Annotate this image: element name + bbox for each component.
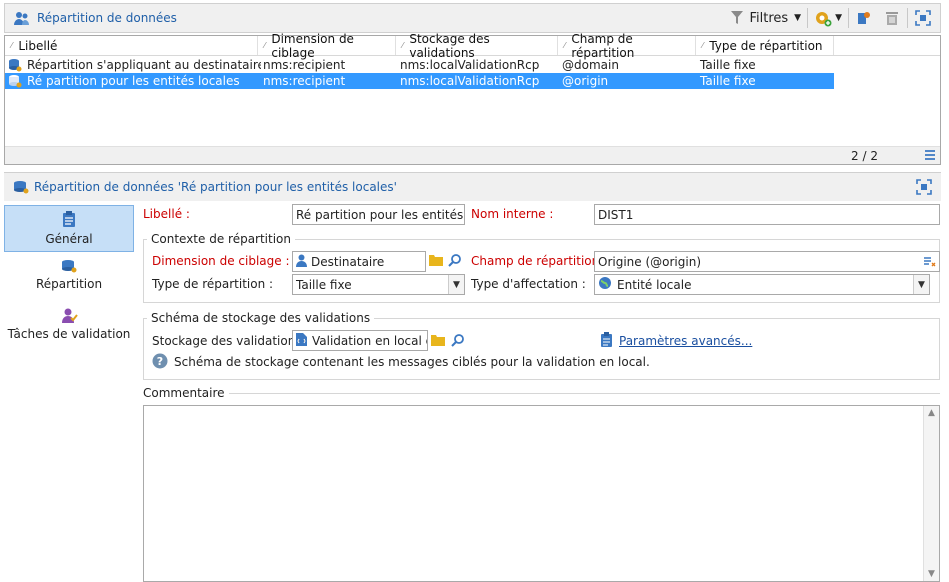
user-check-icon: [4, 306, 134, 327]
search-icon[interactable]: [451, 333, 465, 350]
type-affectation-select[interactable]: Entité locale ▼: [594, 274, 930, 295]
detail-title: Répartition de données 'Ré partition pou…: [34, 180, 397, 194]
distribution-icon: [5, 57, 25, 73]
dimension-label: Dimension de ciblage :: [152, 254, 290, 268]
cell-storage: nms:localValidationRcp: [400, 58, 540, 72]
nav-item-label: Tâches de validation: [7, 327, 131, 341]
cell-dimension: nms:recipient: [263, 58, 346, 72]
cell-field: @origin: [562, 74, 609, 88]
schema-help-text: Schéma de stockage contenant les message…: [174, 355, 650, 369]
cell-field: @domain: [562, 58, 619, 72]
user-icon: [296, 254, 307, 270]
cell-type: Taille fixe: [700, 58, 756, 72]
champ-field[interactable]: Origine (@origin): [594, 251, 940, 272]
toolbar-separator: [848, 8, 849, 28]
gear-add-icon[interactable]: [814, 9, 832, 27]
chevron-down-icon[interactable]: ▼: [835, 13, 842, 23]
champ-label: Champ de répartition :: [471, 254, 608, 268]
comment-textarea[interactable]: ▲ ▼: [143, 405, 940, 582]
libelle-input[interactable]: Ré partition pour les entités locales: [292, 204, 465, 225]
nom-interne-label: Nom interne :: [471, 207, 554, 221]
distribution-icon: [12, 178, 30, 196]
grid-header: ⁄ Libellé ⁄ Dimension de ciblage ⁄ Stockage…: [5, 32, 940, 60]
scroll-up-icon[interactable]: ▲: [928, 408, 935, 418]
detail-header: Répartition de données 'Ré partition pou…: [4, 172, 941, 201]
column-header-type[interactable]: ⁄ Type de répartition: [696, 36, 834, 55]
search-icon[interactable]: [448, 253, 462, 270]
cell-dimension: nms:recipient: [263, 74, 346, 88]
filters-button[interactable]: Filtres: [749, 11, 788, 26]
trash-icon[interactable]: [883, 9, 901, 27]
records-grid: ⁄ Libellé ⁄ Dimension de ciblage ⁄ Stockage…: [4, 32, 941, 165]
context-group-title: Contexte de répartition: [147, 232, 296, 246]
distribution-icon: [5, 73, 25, 89]
pagination-count: 2 / 2: [851, 149, 878, 163]
sort-icon: ⁄: [702, 41, 704, 50]
column-header-libelle[interactable]: ⁄ Libellé: [5, 36, 258, 55]
nav-item-general[interactable]: Général: [4, 205, 134, 252]
cell-storage: nms:localValidationRcp: [400, 74, 540, 88]
libelle-label: Libellé :: [143, 207, 190, 221]
top-panel-header: Répartition de données Filtres ▼ ▼: [4, 3, 941, 33]
clipboard-icon: [600, 332, 613, 350]
distribution-icon: [4, 258, 134, 277]
grid-footer: 2 / 2: [5, 146, 940, 164]
type-repartition-label: Type de répartition :: [152, 277, 274, 291]
folder-icon[interactable]: [431, 334, 445, 349]
comment-title: Commentaire: [143, 386, 229, 400]
stockage-label: Stockage des validations :: [152, 334, 310, 348]
cell-libelle: Ré partition pour les entités locales: [27, 74, 240, 88]
table-row[interactable]: Répartition s'appliquant au destinataire…: [5, 57, 940, 73]
sort-icon: ⁄: [564, 41, 566, 50]
svg-text:?: ?: [157, 355, 163, 368]
filter-icon[interactable]: [728, 9, 746, 27]
chevron-down-icon[interactable]: ▼: [794, 13, 801, 23]
users-icon: [13, 9, 31, 27]
stockage-field[interactable]: Validation en local d'u: [292, 330, 428, 351]
help-icon: ?: [152, 353, 168, 372]
table-row-selected[interactable]: Ré partition pour les entités locales nm…: [5, 73, 834, 89]
clipboard-icon: [5, 211, 133, 230]
nom-interne-input[interactable]: DIST1: [594, 204, 940, 225]
column-header-field[interactable]: ⁄ Champ de répartition: [558, 32, 696, 60]
scrollbar[interactable]: ▲ ▼: [923, 406, 939, 581]
type-repartition-select[interactable]: Taille fixe ▼: [292, 274, 465, 295]
maximize-icon[interactable]: [915, 178, 933, 196]
menu-icon[interactable]: [924, 148, 936, 165]
scroll-down-icon[interactable]: ▼: [928, 569, 935, 579]
maximize-icon[interactable]: [914, 9, 932, 27]
nav-item-label: Général: [45, 232, 93, 246]
nav-item-label: Répartition: [35, 277, 103, 291]
new-item-icon[interactable]: [855, 9, 873, 27]
toolbar-separator: [907, 8, 908, 28]
comment-divider: [143, 393, 940, 394]
column-header-storage[interactable]: ⁄ Stockage des validations: [396, 32, 558, 60]
folder-icon[interactable]: [429, 254, 443, 269]
dimension-field[interactable]: Destinataire: [292, 251, 426, 272]
sort-icon: ⁄: [264, 41, 266, 50]
toolbar-separator: [807, 8, 809, 28]
edit-expression-icon[interactable]: [923, 255, 936, 271]
schema-group: [143, 318, 940, 380]
chevron-down-icon[interactable]: ▼: [913, 275, 929, 294]
schema-group-title: Schéma de stockage des validations: [147, 311, 375, 325]
column-header-dimension[interactable]: ⁄ Dimension de ciblage: [258, 32, 396, 60]
sort-icon: ⁄: [402, 41, 404, 50]
sort-icon: ⁄: [11, 41, 13, 50]
cell-type: Taille fixe: [700, 74, 756, 88]
nav-item-validation-tasks[interactable]: Tâches de validation: [4, 306, 134, 346]
type-affectation-label: Type d'affectation :: [471, 277, 586, 291]
advanced-settings-link[interactable]: Paramètres avancés...: [619, 334, 752, 348]
cell-libelle: Répartition s'appliquant au destinataire…: [27, 58, 261, 72]
chevron-down-icon[interactable]: ▼: [448, 275, 464, 294]
globe-icon: [598, 276, 612, 293]
panel-title: Répartition de données: [37, 11, 177, 25]
schema-icon: [296, 332, 307, 349]
nav-item-repartition[interactable]: Répartition: [4, 258, 134, 298]
